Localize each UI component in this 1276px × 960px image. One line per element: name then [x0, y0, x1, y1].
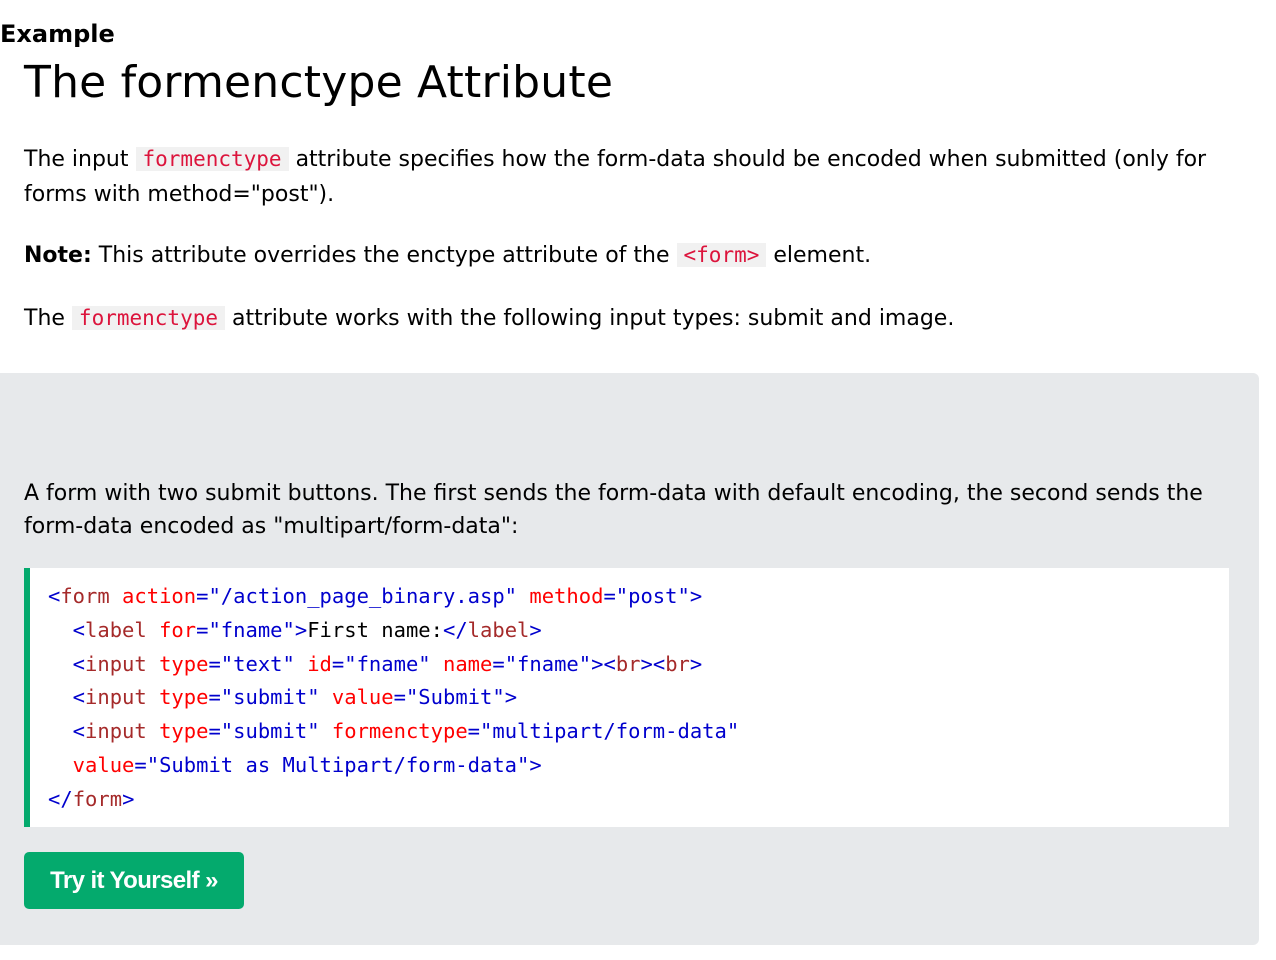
code-line: <input type="submit" value="Submit"> [48, 681, 739, 715]
code-token: type [146, 685, 209, 710]
note-text-after: element. [766, 242, 872, 268]
code-line: <input type="submit" formenctype="multip… [48, 715, 740, 749]
code-token: >< [591, 651, 616, 676]
code-token: </ [442, 617, 468, 642]
code-token: ="fname" [196, 617, 295, 642]
code-line: <label for="fname">First name:</label> [48, 614, 739, 648]
code-token: > [529, 617, 542, 642]
code-token: name [430, 651, 493, 676]
code-token: method [517, 583, 604, 608]
intro-paragraph: The input formenctype attribute specifie… [24, 142, 1234, 212]
code-token: ="Submit as Multipart/form-data" [134, 752, 530, 777]
note-text-before: This attribute overrides the enctype att… [91, 242, 677, 268]
code-token: label [467, 617, 530, 642]
code-token: >< [640, 651, 666, 676]
code-token: > [294, 617, 308, 642]
code-token: ="post" [603, 583, 690, 608]
code-line: </form> [48, 783, 739, 817]
page-title: The formenctype Attribute [24, 56, 614, 108]
code-token: input [85, 719, 147, 744]
code-token: ="fname" [331, 651, 431, 676]
try-it-yourself-button[interactable]: Try it Yourself » [24, 851, 244, 909]
code-line: <input type="text" id="fname" name="fnam… [48, 648, 739, 682]
code-token: input [85, 685, 147, 710]
code-token: > [689, 651, 703, 676]
code-token: First name: [307, 617, 443, 642]
works-with-paragraph: The formenctype attribute works with the… [24, 301, 1234, 336]
example-heading: Example [0, 19, 115, 48]
code-token: form [60, 583, 110, 608]
page: The formenctype Attribute The input form… [0, 20, 1276, 960]
works-with-text-after: attribute works with the following input… [225, 305, 955, 331]
code-token: ="submit" [208, 719, 320, 744]
code-token: ="submit" [208, 685, 320, 710]
inline-code-formenctype: formenctype [135, 146, 289, 171]
code-token: type [146, 651, 209, 676]
example-description: A form with two submit buttons. The firs… [24, 480, 1203, 539]
code-token: < [48, 583, 61, 608]
code-token: form [72, 786, 123, 811]
intro-text-before: The input [24, 146, 136, 172]
example-content: Example A form with two submit buttons. … [0, 19, 1276, 909]
code-token: input [85, 651, 147, 676]
code-token: ="text" [208, 651, 295, 676]
code-token: < [48, 651, 86, 676]
note-label: Note: [24, 242, 92, 268]
code-token: > [504, 685, 518, 710]
code-token: id [294, 651, 332, 676]
code-line: value="Submit as Multipart/form-data"> [48, 749, 739, 783]
code-token: < [48, 617, 86, 642]
code-token: br [665, 651, 690, 676]
code-token: ="fname" [492, 651, 592, 676]
code-token: formenctype [319, 719, 468, 744]
code-token: for [146, 617, 197, 642]
code-token: < [48, 685, 86, 710]
code-token: > [122, 786, 135, 811]
code-token: ="/action_page_binary.asp" [196, 583, 518, 608]
inline-code-form: <form> [676, 242, 767, 267]
code-lines: <form action="/action_page_binary.asp" m… [48, 580, 739, 817]
code-token: br [615, 651, 641, 676]
code-example-box: <form action="/action_page_binary.asp" m… [24, 567, 1229, 827]
code-token: label [85, 617, 147, 642]
code-token: action [109, 583, 197, 608]
code-token: ="Submit" [393, 685, 505, 710]
inline-code-formenctype-2: formenctype [71, 305, 225, 330]
code-token: ="multipart/form-data" [467, 719, 740, 744]
code-token: value [319, 685, 394, 710]
note-paragraph: Note: This attribute overrides the encty… [24, 238, 1234, 273]
code-token: </ [48, 786, 73, 811]
code-token: < [48, 719, 86, 744]
code-token: type [146, 719, 209, 744]
code-token: > [529, 752, 542, 777]
code-line: <form action="/action_page_binary.asp" m… [48, 580, 739, 614]
works-with-text-before: The [24, 305, 72, 331]
code-token: > [689, 583, 703, 608]
code-token: value [48, 752, 135, 777]
